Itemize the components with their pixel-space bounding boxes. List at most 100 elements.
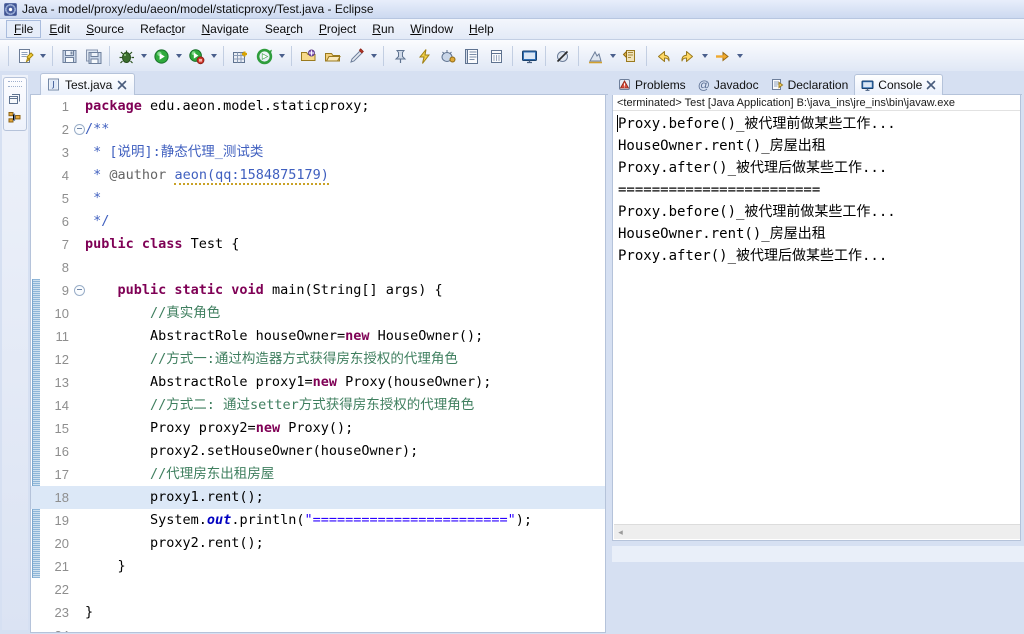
next-edit-dropdown-arrow[interactable] [734, 45, 745, 67]
quick-fix-icon[interactable] [413, 45, 435, 67]
console-body[interactable]: <terminated> Test [Java Application] B:\… [612, 95, 1021, 541]
restore-perspective-icon[interactable] [4, 90, 24, 108]
tab-declaration[interactable]: Declaration [765, 74, 855, 95]
save-all-icon[interactable] [82, 45, 104, 67]
editor-tab-label: Test.java [65, 77, 113, 92]
code-line[interactable]: 15 Proxy proxy2=new Proxy(); [31, 417, 605, 440]
code-line[interactable]: 22 [31, 578, 605, 601]
new-wizard-icon[interactable] [14, 45, 36, 67]
menu-edit[interactable]: Edit [41, 20, 78, 38]
forward-icon[interactable] [676, 45, 698, 67]
toolbar-separator [8, 46, 9, 66]
code-line[interactable]: 10 //真实角色 [31, 302, 605, 325]
menu-file[interactable]: File [6, 20, 42, 38]
code-line[interactable]: 19 System.out.println("=================… [31, 509, 605, 532]
show-whitespace-icon[interactable] [485, 45, 507, 67]
menu-navigate[interactable]: Navigate [193, 20, 256, 38]
new-java-package-icon[interactable] [229, 45, 251, 67]
new-dropdown-arrow[interactable] [37, 45, 48, 67]
code-line[interactable]: 4 * @author aeon(qq:1584875179) [31, 164, 605, 187]
next-edit-icon[interactable] [711, 45, 733, 67]
run-dropdown-arrow[interactable] [173, 45, 184, 67]
console-output[interactable]: Proxy.before()_被代理前做某些工作... HouseOwner.re… [613, 111, 1020, 267]
code-line[interactable]: 9 public static void main(String[] args)… [31, 279, 605, 302]
code-line[interactable]: 17 //代理房东出租房屋 [31, 463, 605, 486]
code-line[interactable]: 23} [31, 601, 605, 624]
code-line[interactable]: 8 [31, 256, 605, 279]
editor-tab-row: J Test.java [30, 73, 608, 95]
declaration-icon [771, 78, 784, 91]
code-line[interactable]: 20 proxy2.rent(); [31, 532, 605, 555]
code-line[interactable]: 1 package edu.aeon.model.staticproxy; [31, 95, 605, 118]
code-text: //方式二: 通过setter方式获得房东授权的代理角色 [150, 397, 475, 413]
code-text: * [说明]:静态代理_测试类 [85, 144, 264, 160]
next-annotation-dropdown-arrow[interactable] [607, 45, 618, 67]
debug-dropdown-arrow[interactable] [138, 45, 149, 67]
debug-icon[interactable] [115, 45, 137, 67]
open-console-icon[interactable] [518, 45, 540, 67]
code-line[interactable]: 13 AbstractRole proxy1=new Proxy(houseOw… [31, 371, 605, 394]
package-explorer-icon[interactable] [4, 108, 24, 126]
save-icon[interactable] [58, 45, 80, 67]
menu-project[interactable]: Project [311, 20, 364, 38]
forward-dropdown-arrow[interactable] [699, 45, 710, 67]
coverage-dropdown-arrow[interactable] [208, 45, 219, 67]
code-line[interactable]: 18 proxy1.rent(); [31, 486, 605, 509]
code-line[interactable]: 24 [31, 624, 605, 632]
menu-window[interactable]: Window [402, 20, 461, 38]
line-number: 1 [61, 99, 69, 114]
code-line[interactable]: 2 /** [31, 118, 605, 141]
code-line[interactable]: 5 * [31, 187, 605, 210]
tab-console[interactable]: Console [854, 74, 944, 95]
menu-help[interactable]: Help [461, 20, 502, 38]
view-tab-row: Problems @ Javadoc Declaration Console [612, 73, 1022, 95]
fold-collapse-icon[interactable] [73, 124, 85, 135]
search-icon[interactable] [345, 45, 367, 67]
editor-area: J Test.java 1 package edu.aeon.model.stat… [30, 73, 608, 633]
code-line[interactable]: 6 */ [31, 210, 605, 233]
close-icon[interactable] [926, 80, 936, 90]
console-line: Proxy.before()_被代理前做某些工作... [618, 204, 896, 220]
console-line: ======================== [618, 182, 821, 198]
back-icon[interactable] [652, 45, 674, 67]
fold-collapse-icon[interactable] [73, 285, 85, 296]
previous-annotation-icon[interactable] [619, 45, 641, 67]
open-task-icon[interactable] [321, 45, 343, 67]
external-tools-icon[interactable] [253, 45, 275, 67]
code-canvas[interactable]: 1 package edu.aeon.model.staticproxy; 2 /**… [31, 95, 605, 632]
code-line[interactable]: 7 public class Test { [31, 233, 605, 256]
menu-refactor[interactable]: Refactor [132, 20, 193, 38]
console-horizontal-scrollbar[interactable]: ◂ [614, 524, 1020, 539]
menu-source[interactable]: Source [78, 20, 132, 38]
run-icon[interactable] [150, 45, 172, 67]
open-type-icon[interactable] [297, 45, 319, 67]
code-text: System.out.println("====================… [85, 512, 533, 528]
menu-run[interactable]: Run [364, 20, 402, 38]
code-line[interactable]: 16 proxy2.setHouseOwner(houseOwner); [31, 440, 605, 463]
pin-editor-icon[interactable] [389, 45, 411, 67]
search-dropdown-arrow[interactable] [368, 45, 379, 67]
javadoc-icon: @ [697, 77, 710, 92]
code-line[interactable]: 12 //方式一:通过构造器方式获得房东授权的代理角色 [31, 348, 605, 371]
toggle-mark-occurrences-icon[interactable] [437, 45, 459, 67]
code-line[interactable]: 21 } [31, 555, 605, 578]
editor-tab-test-java[interactable]: J Test.java [40, 73, 136, 95]
code-line[interactable]: 11 AbstractRole houseOwner=new HouseOwne… [31, 325, 605, 348]
code-editor[interactable]: 1 package edu.aeon.model.staticproxy; 2 /**… [30, 95, 606, 633]
scroll-left-icon[interactable]: ◂ [614, 526, 627, 539]
run-coverage-icon[interactable] [185, 45, 207, 67]
skip-all-breakpoints-icon[interactable] [551, 45, 573, 67]
fast-view-grip[interactable] [8, 81, 22, 87]
external-tools-dropdown-arrow[interactable] [276, 45, 287, 67]
tab-problems[interactable]: Problems [612, 74, 692, 95]
code-line[interactable]: 3 * [说明]:静态代理_测试类 [31, 141, 605, 164]
next-annotation-icon[interactable] [584, 45, 606, 67]
show-source-icon[interactable] [461, 45, 483, 67]
console-line: Proxy.after()_被代理后做某些工作... [618, 248, 888, 264]
line-number: 6 [61, 214, 69, 229]
tab-javadoc[interactable]: @ Javadoc [692, 74, 765, 95]
close-icon[interactable] [117, 80, 127, 90]
code-line[interactable]: 14 //方式二: 通过setter方式获得房东授权的代理角色 [31, 394, 605, 417]
menu-search[interactable]: Search [257, 20, 311, 38]
tab-problems-label: Problems [635, 77, 686, 92]
